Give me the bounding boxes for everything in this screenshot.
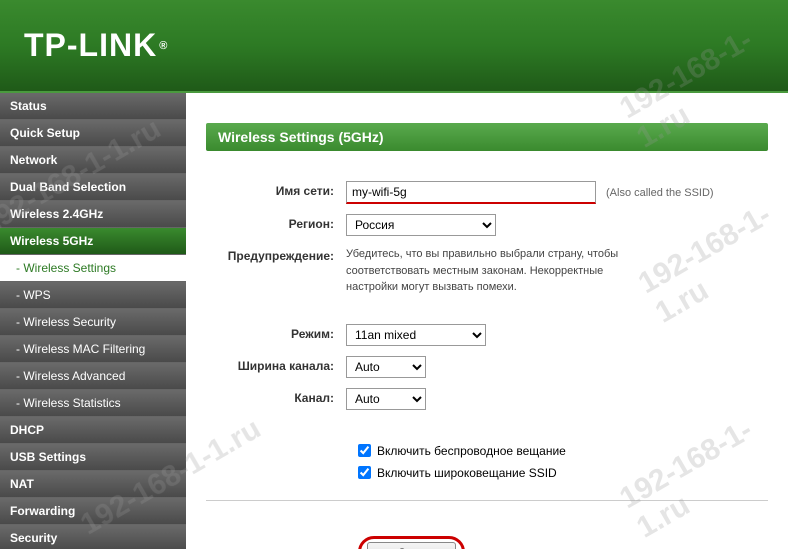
ssid-help: (Also called the SSID): [606, 187, 714, 199]
sidebar-item-quick-setup[interactable]: Quick Setup: [0, 120, 186, 147]
enable-wireless-label: Включить беспроводное вещание: [377, 444, 566, 458]
sidebar-item-wireless-2-4ghz[interactable]: Wireless 2.4GHz: [0, 201, 186, 228]
sidebar-item-usb-settings[interactable]: USB Settings: [0, 444, 186, 471]
sidebar-item-wps[interactable]: - WPS: [0, 282, 186, 309]
save-highlight: Save: [358, 536, 465, 549]
enable-wireless-checkbox[interactable]: [358, 444, 371, 457]
sidebar-item-wireless-mac-filtering[interactable]: - Wireless MAC Filtering: [0, 336, 186, 363]
warning-label: Предупреждение:: [206, 246, 346, 263]
enable-ssid-broadcast-checkbox[interactable]: [358, 466, 371, 479]
brand-logo: TP-LINK®: [24, 27, 168, 64]
region-label: Регион:: [206, 214, 346, 231]
ssid-label: Имя сети:: [206, 181, 346, 198]
save-button[interactable]: Save: [367, 542, 456, 549]
sidebar-item-wireless-5ghz[interactable]: Wireless 5GHz: [0, 228, 186, 255]
mode-label: Режим:: [206, 324, 346, 341]
sidebar-item-nat[interactable]: NAT: [0, 471, 186, 498]
sidebar-item-wireless-security[interactable]: - Wireless Security: [0, 309, 186, 336]
sidebar-item-wireless-settings[interactable]: - Wireless Settings: [0, 255, 186, 282]
sidebar-item-dual-band-selection[interactable]: Dual Band Selection: [0, 174, 186, 201]
sidebar-item-network[interactable]: Network: [0, 147, 186, 174]
channel-label: Канал:: [206, 388, 346, 405]
sidebar-item-dhcp[interactable]: DHCP: [0, 417, 186, 444]
channel-width-select[interactable]: Auto: [346, 356, 426, 378]
channel-width-label: Ширина канала:: [206, 356, 346, 373]
sidebar-item-forwarding[interactable]: Forwarding: [0, 498, 186, 525]
page-title: Wireless Settings (5GHz): [206, 123, 768, 151]
region-select[interactable]: Россия: [346, 214, 496, 236]
sidebar-item-wireless-statistics[interactable]: - Wireless Statistics: [0, 390, 186, 417]
sidebar-item-status[interactable]: Status: [0, 93, 186, 120]
main-content: Wireless Settings (5GHz) Имя сети: (Also…: [186, 93, 788, 549]
ssid-input[interactable]: [346, 181, 596, 204]
enable-ssid-broadcast-label: Включить широковещание SSID: [377, 466, 557, 480]
channel-select[interactable]: Auto: [346, 388, 426, 410]
sidebar-item-wireless-advanced[interactable]: - Wireless Advanced: [0, 363, 186, 390]
mode-select[interactable]: 11an mixed: [346, 324, 486, 346]
header: TP-LINK®: [0, 0, 788, 93]
divider: [206, 500, 768, 501]
warning-text: Убедитесь, что вы правильно выбрали стра…: [346, 246, 626, 296]
sidebar-nav: StatusQuick SetupNetworkDual Band Select…: [0, 93, 186, 549]
sidebar-item-security[interactable]: Security: [0, 525, 186, 549]
